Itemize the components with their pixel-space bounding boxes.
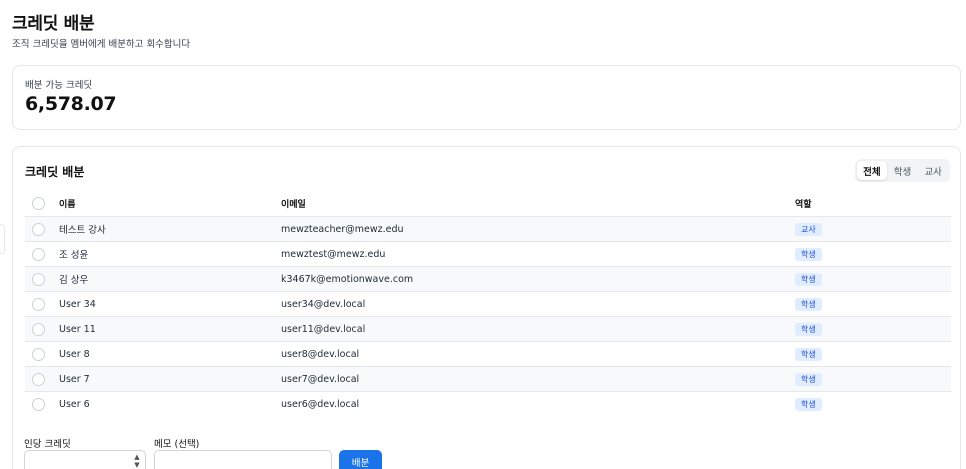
credits-per-member-label: 인당 크레딧 [24, 439, 71, 450]
role-badge: 학생 [795, 347, 822, 361]
table-row[interactable]: User 11 user11@dev.local 학생 [25, 317, 951, 342]
member-name: User 34 [59, 298, 96, 310]
member-email: k3467k@emotionwave.com [281, 273, 414, 285]
member-email: user11@dev.local [281, 323, 366, 335]
member-name: User 6 [59, 399, 90, 410]
available-credits-value: 6,578.07 [25, 93, 117, 115]
member-name: 김 상우 [59, 275, 89, 286]
row-checkbox[interactable] [32, 322, 45, 336]
table-row[interactable]: User 34 user34@dev.local 학생 [25, 292, 951, 317]
row-checkbox[interactable] [32, 272, 45, 286]
row-checkbox[interactable] [32, 247, 45, 261]
available-credits-card: 배분 가능 크레딧 6,578.07 [12, 65, 961, 130]
column-header-name: 이름 [59, 200, 76, 210]
select-all-checkbox[interactable] [32, 197, 45, 210]
member-name: User 7 [59, 373, 90, 385]
row-checkbox[interactable] [32, 297, 45, 311]
column-header-role: 역할 [795, 200, 812, 210]
distribute-button[interactable]: 배분 [339, 450, 382, 469]
member-email: mewztest@mewz.edu [281, 248, 386, 260]
distribution-card: 크레딧 배분 전체 학생 교사 이름 이메일 역할 테스트 강사 mewztea… [12, 146, 961, 469]
member-email: user7@dev.local [281, 373, 360, 385]
role-filter: 전체 학생 교사 [855, 159, 950, 182]
role-badge: 교사 [795, 222, 822, 236]
table-row[interactable]: 조 성윤 mewztest@mewz.edu 학생 [25, 242, 951, 267]
filter-all-tab[interactable]: 전체 [857, 161, 887, 180]
page-subtitle: 조직 크레딧을 멤버에게 배분하고 회수합니다 [12, 39, 191, 50]
row-checkbox[interactable] [32, 222, 45, 236]
credits-per-member-input[interactable]: ▲ ▼ [24, 450, 146, 469]
member-email: mewzteacher@mewz.edu [281, 223, 404, 235]
members-table: 이름 이메일 역할 테스트 강사 mewzteacher@mewz.edu 교사… [25, 191, 951, 417]
filter-student-tab[interactable]: 학생 [888, 161, 918, 180]
side-panel-handle[interactable] [0, 224, 5, 254]
table-row[interactable]: 테스트 강사 mewzteacher@mewz.edu 교사 [25, 217, 951, 242]
available-credits-label: 배분 가능 크레딧 [25, 80, 93, 91]
row-checkbox[interactable] [32, 372, 45, 386]
member-email: user34@dev.local [281, 298, 366, 310]
row-checkbox[interactable] [32, 347, 45, 361]
role-badge: 학생 [795, 297, 822, 311]
member-email: user6@dev.local [281, 399, 360, 410]
role-badge: 학생 [795, 272, 822, 286]
role-badge: 학생 [795, 398, 822, 411]
member-name: User 8 [59, 348, 90, 360]
memo-label: 메모 (선택) [154, 439, 200, 450]
member-name: User 11 [59, 323, 96, 335]
role-badge: 학생 [795, 322, 822, 336]
member-name: 테스트 강사 [59, 225, 106, 236]
table-row[interactable]: User 8 user8@dev.local 학생 [25, 342, 951, 367]
member-email: user8@dev.local [281, 348, 360, 360]
number-stepper-icon[interactable]: ▲ ▼ [132, 453, 142, 469]
memo-input[interactable] [154, 450, 332, 469]
table-row[interactable]: 김 상우 k3467k@emotionwave.com 학생 [25, 267, 951, 292]
filter-teacher-tab[interactable]: 교사 [918, 161, 948, 180]
column-header-email: 이메일 [281, 200, 306, 210]
row-checkbox[interactable] [32, 398, 45, 411]
member-name: 조 성윤 [59, 250, 89, 261]
role-badge: 학생 [795, 372, 822, 386]
table-header-row: 이름 이메일 역할 [25, 191, 951, 217]
role-badge: 학생 [795, 247, 822, 261]
page-title: 크레딧 배분 [12, 14, 95, 34]
table-row[interactable]: User 7 user7@dev.local 학생 [25, 367, 951, 392]
table-row[interactable]: User 6 user6@dev.local 학생 [25, 392, 951, 417]
distribution-title: 크레딧 배분 [25, 165, 85, 179]
